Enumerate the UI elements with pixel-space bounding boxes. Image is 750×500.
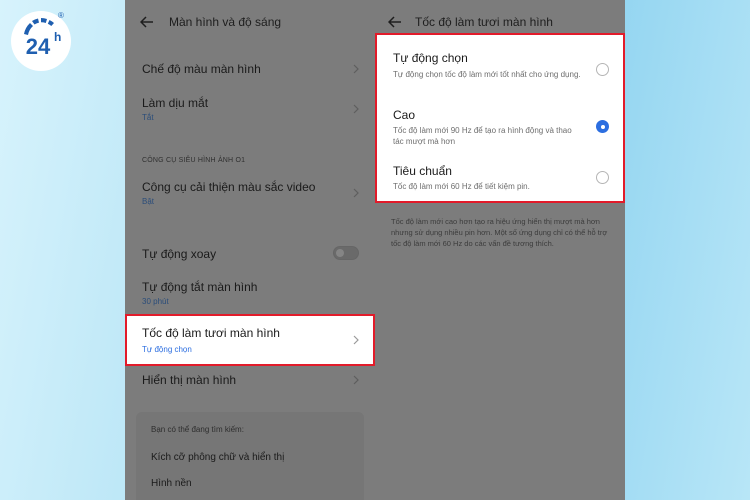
radio-standard[interactable] <box>596 171 609 184</box>
option-title: Tự động chọn <box>393 51 468 65</box>
setting-auto-rotate: Tự động xoay <box>125 243 375 265</box>
option-title: Cao <box>393 108 416 122</box>
setting-value: Bật <box>142 197 155 206</box>
back-button[interactable] <box>375 16 415 28</box>
search-suggestions: Bạn có thể đang tìm kiếm: Kích cỡ phông … <box>136 412 364 500</box>
setting-display[interactable]: Hiển thị màn hình <box>125 370 375 392</box>
option-title: Tiêu chuẩn <box>393 164 452 178</box>
setting-eye-comfort[interactable]: Làm dịu mắt Tắt <box>125 92 375 124</box>
suggestion-item[interactable]: Hình nền <box>151 478 192 489</box>
setting-color-mode[interactable]: Chế độ màu màn hình <box>125 58 375 82</box>
top-bar: Màn hình và độ sáng <box>125 0 375 44</box>
option-description: Tốc độ làm mới 60 Hz để tiết kiệm pin. <box>393 182 530 191</box>
refresh-rate-footnote: Tốc độ làm mới cao hơn tạo ra hiệu ứng h… <box>391 217 608 248</box>
auto-rotate-toggle[interactable] <box>333 246 359 260</box>
setting-label: Hiển thị màn hình <box>142 373 237 387</box>
setting-value: Tắt <box>142 113 154 122</box>
arrow-left-icon <box>388 16 401 28</box>
refresh-rate-options: Tự động chọn Tự động chọn tốc độ làm mới… <box>375 33 625 203</box>
suggestions-heading: Bạn có thể đang tìm kiếm: <box>151 425 244 434</box>
section-header: CÔNG CỤ SIÊU HÌNH ẢNH O1 <box>142 157 246 164</box>
option-high[interactable]: Cao Tốc độ làm mới 90 Hz để tạo ra hình … <box>377 105 623 153</box>
logo-superscript: h <box>54 30 61 44</box>
page-title: Tốc độ làm tươi màn hình <box>415 15 553 29</box>
setting-screen-timeout[interactable]: Tự động tắt màn hình 30 phút <box>125 276 375 308</box>
radio-high[interactable] <box>596 120 609 133</box>
setting-label: Công cụ cải thiện màu sắc video <box>142 180 316 194</box>
suggestion-item[interactable]: Kích cỡ phông chữ và hiển thị <box>151 452 284 463</box>
option-auto[interactable]: Tự động chọn Tự động chọn tốc độ làm mới… <box>377 48 623 96</box>
brand-logo: 24 h ® <box>8 8 74 74</box>
setting-label: Tự động tắt màn hình <box>142 280 258 294</box>
radio-auto[interactable] <box>596 63 609 76</box>
setting-label: Chế độ màu màn hình <box>142 62 261 76</box>
setting-value: 30 phút <box>142 297 169 306</box>
setting-label: Làm dịu mắt <box>142 96 209 110</box>
option-standard[interactable]: Tiêu chuẩn Tốc độ làm mới 60 Hz để tiết … <box>377 161 623 195</box>
setting-value: Tự động chọn <box>142 345 192 354</box>
logo-text: 24 <box>26 34 51 59</box>
page-title: Màn hình và độ sáng <box>169 15 282 29</box>
logo-registered: ® <box>58 11 64 20</box>
chevron-right-icon <box>353 335 359 345</box>
display-brightness-screen: Màn hình và độ sáng Chế độ màu màn hình … <box>125 0 375 500</box>
refresh-rate-screen: Tốc độ làm tươi màn hình Tự động chọn Tự… <box>375 0 625 500</box>
option-description: Tốc độ làm mới 90 Hz để tạo ra hình động… <box>393 126 572 146</box>
chevron-right-icon <box>353 104 359 114</box>
back-button[interactable] <box>125 16 169 28</box>
option-description: Tự động chọn tốc độ làm mới tốt nhất cho… <box>393 70 581 79</box>
chevron-right-icon <box>353 188 359 198</box>
setting-label: Tốc độ làm tươi màn hình <box>142 326 280 340</box>
arrow-left-icon <box>140 16 153 28</box>
setting-label: Tự động xoay <box>142 247 217 261</box>
chevron-right-icon <box>353 64 359 74</box>
chevron-right-icon <box>353 375 359 385</box>
setting-video-enhancer[interactable]: Công cụ cải thiện màu sắc video Bật <box>125 176 375 208</box>
setting-refresh-rate[interactable]: Tốc độ làm tươi màn hình Tự động chọn <box>125 314 375 366</box>
